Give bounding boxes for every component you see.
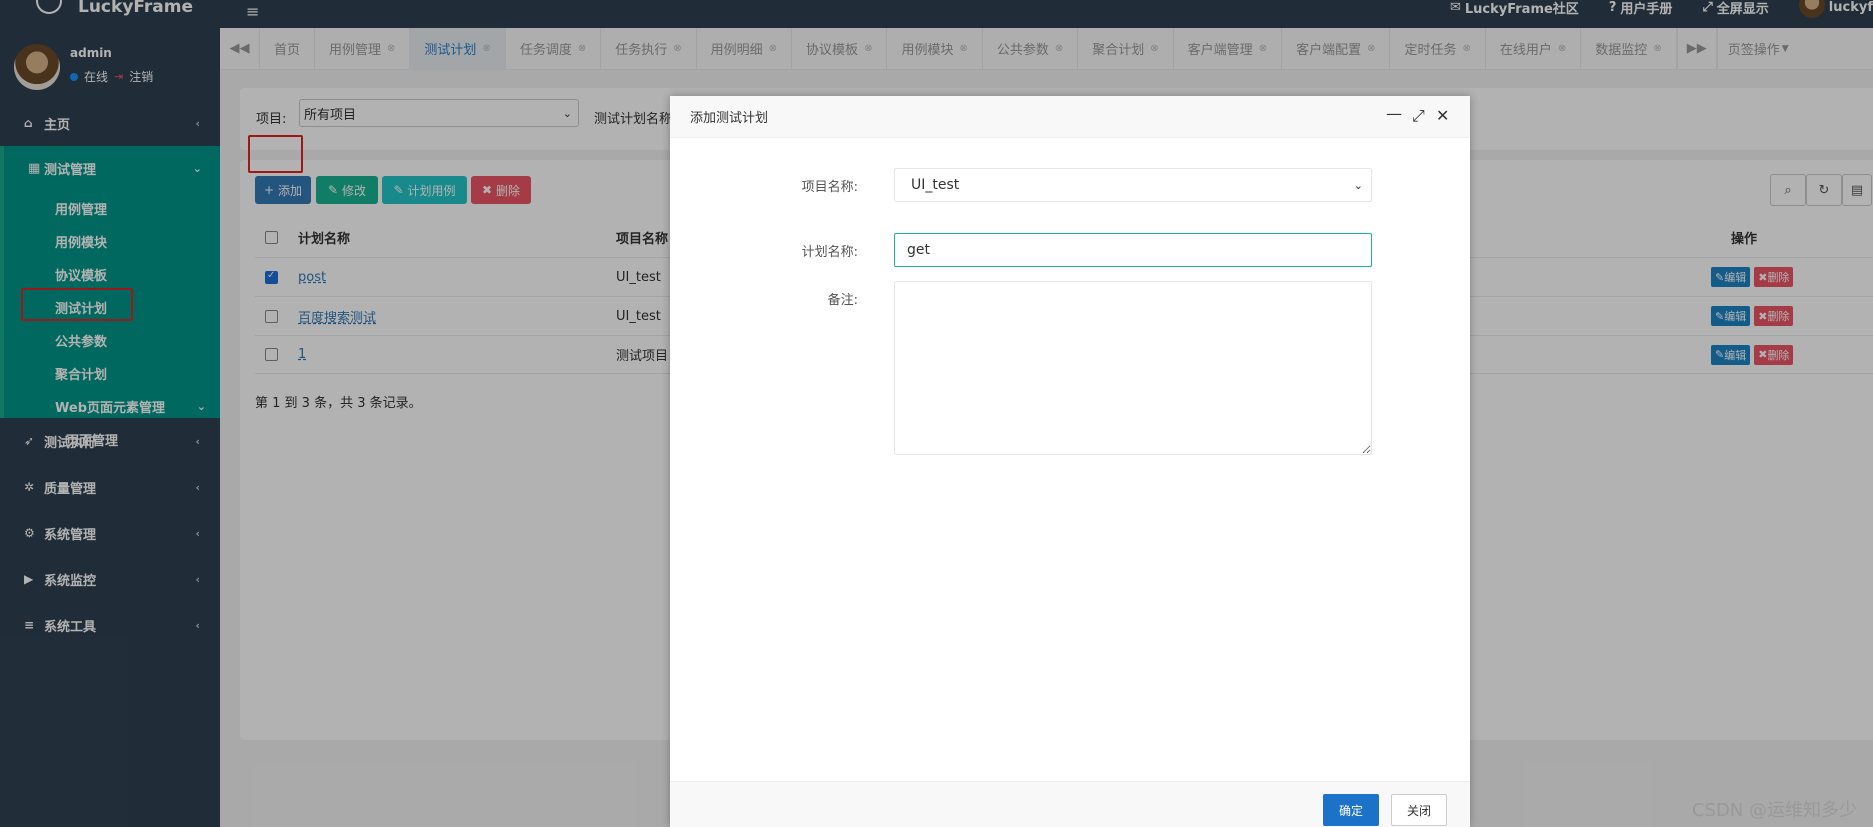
modal-footer: 确定 关闭 [670, 781, 1470, 827]
project-name-label: 项目名称: [801, 180, 858, 195]
confirm-button[interactable]: 确定 [1323, 794, 1379, 826]
remark-textarea[interactable] [894, 281, 1372, 455]
minimize-icon[interactable]: — [1386, 104, 1402, 123]
maximize-icon[interactable]: ⤢ [1412, 106, 1425, 126]
project-name-select[interactable]: UI_test ⌄ [894, 168, 1372, 202]
plan-name-label: 计划名称: [801, 245, 858, 260]
plan-name-input[interactable] [894, 233, 1372, 267]
close-button[interactable]: 关闭 [1391, 794, 1447, 826]
modal-header: 添加测试计划 — ⤢ ✕ [670, 96, 1470, 138]
add-plan-modal: 添加测试计划 — ⤢ ✕ 项目名称: UI_test ⌄ 计划名称: 备注: 确… [670, 96, 1470, 827]
remark-label: 备注: [827, 293, 858, 308]
modal-title: 添加测试计划 [690, 111, 769, 126]
chevron-down-icon: ⌄ [1353, 178, 1363, 192]
project-name-value: UI_test [911, 177, 960, 193]
watermark: CSDN @运维知多少 [1691, 800, 1857, 821]
close-icon[interactable]: ✕ [1436, 106, 1449, 125]
